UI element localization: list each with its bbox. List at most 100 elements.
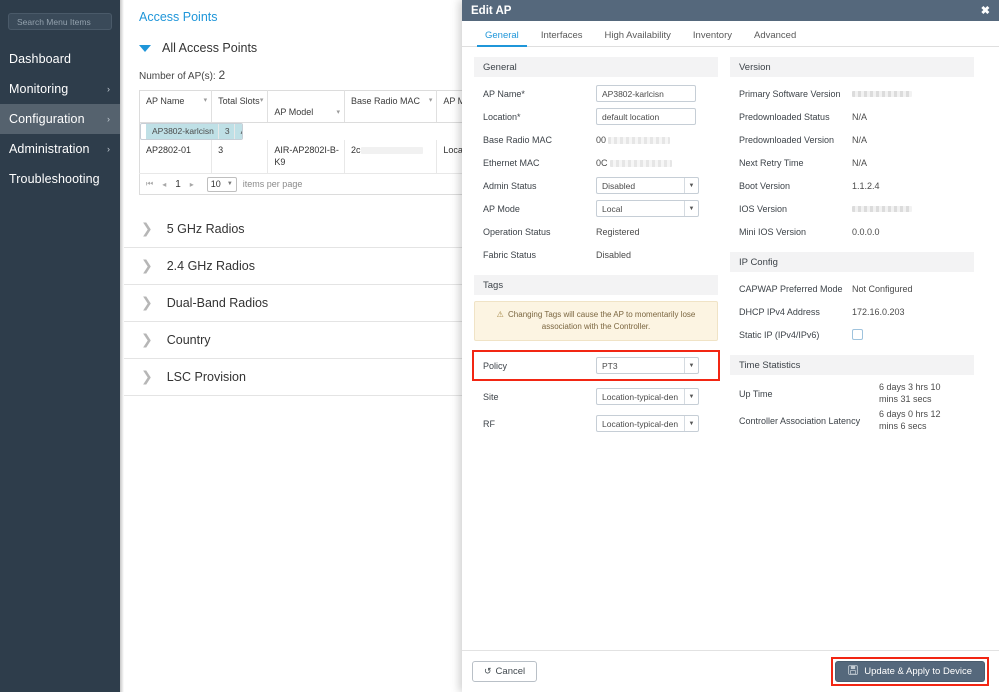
field-mini-ios-version: Mini IOS Version 0.0.0.0: [730, 220, 974, 243]
edit-ap-modal: Edit AP ✖ General Interfaces High Availa…: [462, 0, 999, 692]
field-label: Fabric Status: [483, 249, 537, 260]
redacted-version: [852, 205, 912, 212]
field-label: CAPWAP Preferred Mode: [739, 283, 843, 294]
sort-icon[interactable]: ▾: [204, 96, 208, 104]
field-policy: Policy PT3 ▼: [474, 354, 718, 377]
sidebar-item-dashboard[interactable]: Dashboard: [0, 44, 120, 74]
location-input[interactable]: default location: [596, 108, 696, 125]
field-label: RF: [483, 418, 495, 429]
sidebar-item-label: Troubleshooting: [9, 172, 100, 186]
policy-highlight-box: Policy PT3 ▼: [472, 350, 720, 382]
field-base-radio-mac: Base Radio MAC 00: [474, 128, 718, 151]
field-ios-version: IOS Version: [730, 197, 974, 220]
current-page-number[interactable]: 1: [175, 179, 181, 190]
table-row[interactable]: AP3802-karlcisn 3 AIR-AP3802I-A-K9 00 Lo…: [140, 123, 243, 140]
field-controller-association-latency: Controller Association Latency 6 days 0 …: [730, 407, 974, 434]
field-label: Up Time: [739, 388, 773, 399]
field-label: AP Mode: [483, 203, 520, 214]
app-root: Dashboard Monitoring › Configuration › A…: [0, 0, 999, 692]
dropdown-arrow: ▼: [684, 389, 698, 405]
update-apply-to-device-button[interactable]: Update & Apply to Device: [835, 661, 985, 682]
sidebar-item-label: Configuration: [9, 112, 85, 126]
section-label: LSC Provision: [166, 370, 246, 385]
field-label: DHCP IPv4 Address: [739, 306, 820, 317]
sort-icon[interactable]: ▾: [336, 108, 340, 116]
redacted-version: [852, 90, 912, 97]
first-page-icon[interactable]: ⏮: [146, 179, 153, 189]
close-icon[interactable]: ✖: [981, 4, 990, 17]
mac-prefix: 0C: [596, 157, 608, 168]
section-label: 5 GHz Radios: [166, 222, 245, 237]
sidebar-item-label: Dashboard: [9, 52, 72, 66]
section-label: Country: [166, 333, 211, 348]
field-label: Base Radio MAC: [483, 134, 553, 145]
tab-inventory[interactable]: Inventory: [682, 30, 743, 46]
tags-warning-banner: ⚠ Changing Tags will cause the AP to mom…: [474, 301, 718, 342]
sidebar-item-administration[interactable]: Administration ›: [0, 134, 120, 164]
cell-total-slots: 3: [211, 140, 269, 175]
column-label: AP Name: [146, 96, 185, 106]
search-menu-items-box[interactable]: [8, 13, 112, 30]
sidebar-item-troubleshooting[interactable]: Troubleshooting: [0, 164, 120, 194]
page-size-value: 10: [210, 179, 221, 190]
cell-base-radio-mac: 2c: [344, 140, 438, 175]
chevron-right-icon: ›: [107, 113, 110, 124]
prev-page-icon[interactable]: ◂: [162, 180, 166, 189]
sort-icon[interactable]: ▾: [429, 96, 433, 104]
column-header-ap-model[interactable]: AP Model ▾: [267, 90, 345, 123]
selected-value: PT3: [602, 360, 618, 371]
tab-interfaces[interactable]: Interfaces: [530, 30, 594, 46]
boot-version-value: 1.1.2.4: [852, 180, 880, 191]
column-header-base-radio-mac[interactable]: Base Radio MAC ▾: [344, 90, 438, 123]
field-label: Admin Status: [483, 180, 537, 191]
field-admin-status: Admin Status Disabled ▼: [474, 174, 718, 197]
field-label: AP Name*: [483, 88, 525, 99]
sort-icon[interactable]: ▾: [260, 96, 264, 104]
tab-general[interactable]: General: [474, 30, 530, 47]
field-dhcp-ipv4-address: DHCP IPv4 Address 172.16.0.203: [730, 300, 974, 323]
base-radio-mac-value: 00: [596, 134, 671, 145]
selected-value: Local: [602, 203, 623, 214]
mac-prefix: 2c: [350, 145, 361, 155]
site-select[interactable]: Location-typical-den ▼: [596, 388, 699, 406]
ap-mode-select[interactable]: Local ▼: [596, 200, 699, 217]
field-label: Static IP (IPv4/IPv6): [739, 329, 820, 340]
chevron-down-icon: ▼: [688, 182, 695, 189]
mac-prefix: 00: [596, 134, 607, 145]
admin-status-select[interactable]: Disabled ▼: [596, 177, 699, 194]
apply-button-highlight: Update & Apply to Device: [831, 657, 989, 686]
column-header-total-slots[interactable]: Total Slots ▾: [211, 90, 269, 123]
field-label: Controller Association Latency: [739, 416, 861, 427]
field-label: Predownloaded Status: [739, 111, 830, 122]
version-panel-heading: Version: [730, 57, 974, 77]
chevron-right-icon: ❯: [141, 332, 153, 349]
sidebar-item-configuration[interactable]: Configuration ›: [0, 104, 120, 134]
static-ip-checkbox[interactable]: [852, 329, 863, 340]
field-capwap-preferred-mode: CAPWAP Preferred Mode Not Configured: [730, 277, 974, 300]
field-label: Operation Status: [483, 226, 551, 237]
modal-body: General AP Name* AP3802-karlcisn Locatio…: [462, 47, 999, 650]
modal-footer: ↺ Cancel Update & Apply to Device: [462, 650, 999, 692]
field-predownloaded-version: Predownloaded Version N/A: [730, 128, 974, 151]
field-next-retry-time: Next Retry Time N/A: [730, 151, 974, 174]
next-page-icon[interactable]: ▸: [190, 180, 194, 189]
sidebar-item-monitoring[interactable]: Monitoring ›: [0, 74, 120, 104]
column-header-ap-name[interactable]: AP Name ▾: [139, 90, 213, 123]
ip-config-panel-heading: IP Config: [730, 252, 974, 272]
field-location: Location* default location: [474, 105, 718, 128]
all-access-points-label: All Access Points: [162, 41, 258, 55]
up-time-value: 6 days 3 hrs 10 mins 31 secs: [879, 382, 941, 404]
tab-advanced[interactable]: Advanced: [743, 30, 807, 46]
field-label: Predownloaded Version: [739, 134, 835, 145]
rf-select[interactable]: Location-typical-den ▼: [596, 415, 699, 433]
cell-ap-model: AIR-AP2802I-B-K9: [267, 140, 345, 175]
search-input[interactable]: [15, 15, 105, 28]
tab-high-availability[interactable]: High Availability: [594, 30, 682, 46]
modal-title: Edit AP: [471, 4, 512, 17]
policy-select[interactable]: PT3 ▼: [596, 357, 699, 375]
field-predownloaded-status: Predownloaded Status N/A: [730, 105, 974, 128]
ap-name-input[interactable]: AP3802-karlcisn: [596, 85, 696, 102]
dropdown-arrow: ▼: [684, 201, 698, 216]
cancel-button[interactable]: ↺ Cancel: [472, 661, 538, 682]
page-size-select[interactable]: 10 ▼: [206, 176, 237, 192]
